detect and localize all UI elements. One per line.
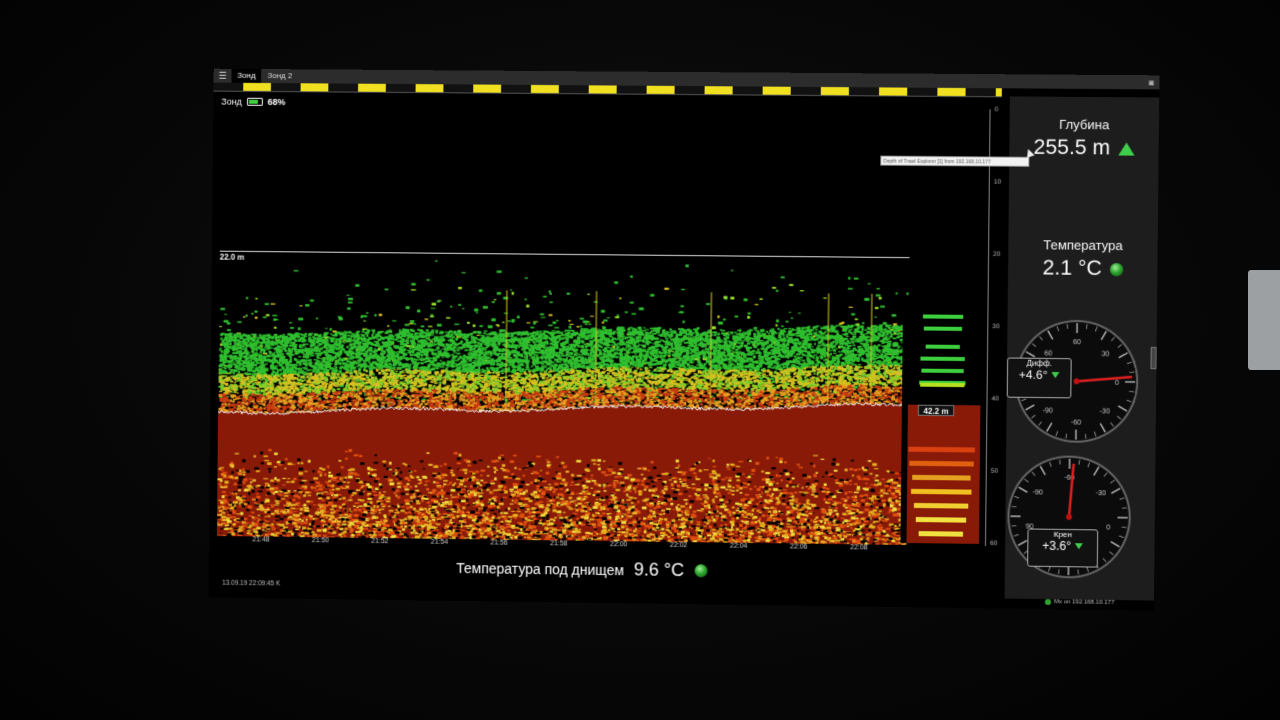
roll-value: +3.6° [1042, 538, 1072, 554]
time-tick-label: 22:02 [669, 541, 688, 550]
status-datetime: 13.09.19 22:09:45 K [222, 579, 281, 588]
status-led-icon [1109, 262, 1124, 276]
battery-fill [248, 99, 259, 104]
echogram[interactable] [216, 247, 910, 545]
battery-icon [246, 97, 263, 106]
time-tick-label: 22:06 [789, 543, 808, 551]
temperature-value: 2.1 °C [1042, 256, 1102, 281]
time-tick-label: 22:08 [850, 544, 868, 552]
tab-sonar-1[interactable]: Зонд [231, 68, 262, 83]
time-tick-label: 21:48 [252, 536, 270, 544]
status-led-icon [694, 564, 708, 578]
tab-bar-spacer [298, 76, 1143, 82]
depth-tick-label: 10 [993, 178, 1002, 186]
gauge-tick-label: -90 [1033, 489, 1043, 496]
panel-collapse-handle[interactable] [1150, 346, 1157, 370]
gauge-tick-label: -90 [1043, 407, 1053, 414]
time-tick-label: 21:54 [430, 538, 449, 546]
time-tick-label: 22:04 [729, 542, 748, 550]
down-arrow-icon [1075, 543, 1084, 550]
background-window-glow [1248, 270, 1280, 370]
temperature-readout: Температура 2.1 °C [1008, 237, 1158, 282]
a-scope [900, 296, 984, 544]
down-arrow-icon [1051, 372, 1060, 379]
gauge-tick-label: 60 [1073, 339, 1081, 346]
time-tick-label: 22:00 [609, 541, 628, 549]
instrument-panel: Глубина 255.5 m Температура 2.1 °C 60 30 0… [1004, 96, 1160, 601]
bottom-temperature-value: 9.6 °C [633, 559, 685, 581]
gauge-tick-label: -30 [1100, 408, 1110, 415]
sonar-status: Зонд 68% [221, 97, 285, 107]
time-tick-label: 21:52 [371, 537, 389, 546]
depth-value: 255.5 m [1033, 135, 1111, 160]
gauge-tick-label: 0 [1106, 524, 1110, 531]
connection-status: Mx on 192.168.10.177 [1044, 599, 1115, 607]
gauge-tick-label: 30 [1101, 351, 1109, 358]
gauge-tick-label: -60 [1071, 419, 1081, 426]
trim-label-box: Дифф. +4.6° [1006, 357, 1072, 399]
depth-tick-label: 0 [994, 106, 999, 114]
tooltip: Depth of Trawl Explorer [1] from 192.168… [880, 155, 1030, 167]
battery-percent: 68% [267, 96, 286, 108]
depth-tick-label: 40 [991, 395, 999, 403]
bottom-temperature: Температура под днищем 9.6 °C [456, 557, 708, 581]
hamburger-menu-icon[interactable]: ☰ [214, 69, 232, 83]
temperature-label: Температура [1043, 237, 1123, 254]
bottom-temperature-label: Температура под днищем [456, 559, 625, 578]
roll-label-box: Крен +3.6° [1027, 528, 1099, 568]
range-marker-label: 22.0 m [219, 252, 245, 262]
up-arrow-icon [1118, 141, 1135, 156]
gauge-tick-label: 0 [1115, 380, 1119, 387]
gauge-tick-label: -30 [1096, 490, 1106, 497]
trim-value: +4.6° [1018, 367, 1048, 383]
depth-tick-label: 60 [990, 540, 998, 548]
depth-tick-label: 20 [993, 250, 1001, 258]
time-tick-label: 21:56 [490, 539, 508, 547]
depth-label: Глубина [1059, 116, 1110, 133]
time-tick-label: 21:58 [550, 540, 568, 548]
bottom-depth-label: 42.2 m [917, 404, 955, 417]
tab-sonar-2[interactable]: Зонд 2 [261, 69, 298, 83]
depth-tick-label: 50 [990, 467, 999, 475]
connection-text: Mx on 192.168.10.177 [1053, 599, 1115, 607]
depth-tick-label: 30 [992, 323, 1000, 331]
connection-dot-icon [1044, 599, 1052, 606]
time-tick-label: 21:50 [311, 537, 330, 545]
gauge-tick-label: 60 [1044, 351, 1052, 358]
camera-icon[interactable]: ◙ [1143, 78, 1159, 87]
sonar-application-window: ☰ Зонд Зонд 2 ◙ Зонд 68% 22.0 m 42.2 m 0… [208, 68, 1160, 611]
sonar-name: Зонд [221, 96, 242, 107]
